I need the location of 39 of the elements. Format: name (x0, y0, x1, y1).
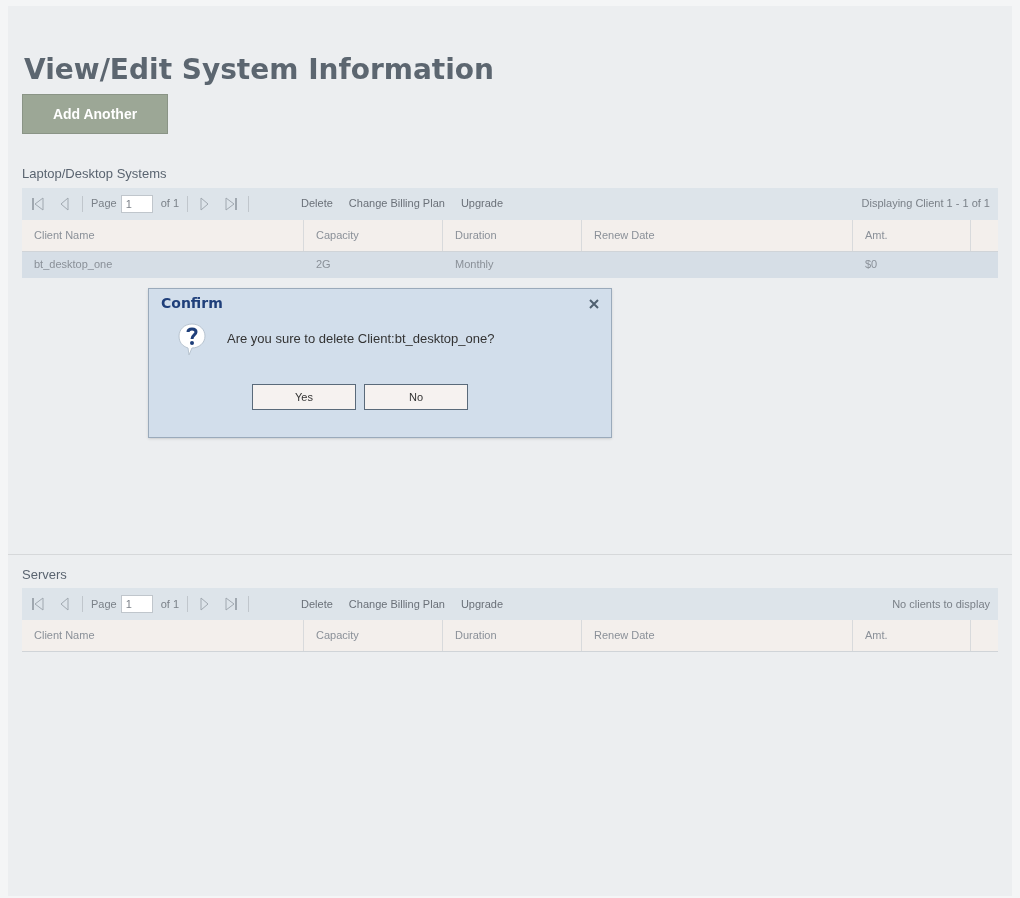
paging-status: Displaying Client 1 - 1 of 1 (861, 196, 990, 212)
toolbar-button[interactable]: Change Billing Plan (344, 595, 449, 613)
question-icon (177, 322, 207, 356)
section-title: Servers (21, 565, 68, 584)
close-icon[interactable] (589, 298, 599, 309)
section-title: Laptop/Desktop Systems (21, 165, 168, 183)
page-field[interactable]: 1 (120, 595, 153, 613)
dialog-button[interactable]: No (364, 384, 468, 410)
table-cell-text: Monthly (455, 257, 494, 273)
toolbar-button[interactable]: Upgrade (456, 195, 508, 212)
table-cell-text: bt_desktop_one (34, 257, 113, 273)
page-count: of 1 (160, 596, 180, 612)
table-cell-text: $0 (865, 257, 878, 273)
table-cell-text: 2G (316, 257, 331, 273)
column-header[interactable]: Renew Date (582, 219, 853, 251)
toolbar-button[interactable]: Upgrade (456, 595, 508, 613)
add-another-button[interactable]: Add Another (22, 94, 168, 134)
column-header[interactable]: Duration (443, 219, 582, 251)
page-title: View/Edit System Information (23, 52, 495, 88)
column-header[interactable]: Amt. (853, 620, 971, 651)
toolbar-button[interactable]: Delete (297, 595, 337, 613)
page-count: of 1 (160, 196, 180, 212)
page-field[interactable]: 1 (120, 194, 153, 213)
column-header[interactable]: Client Name (22, 219, 304, 251)
toolbar-button[interactable]: Delete (297, 195, 337, 212)
dialog-button[interactable]: Yes (252, 384, 356, 410)
column-header[interactable]: Renew Date (582, 620, 853, 651)
table-row[interactable]: bt_desktop_one 2G Monthly $0 (22, 251, 998, 278)
dialog-title: Confirm (160, 294, 223, 313)
column-header[interactable]: Client Name (22, 620, 304, 651)
page-label: Page (91, 196, 117, 212)
column-header[interactable]: Capacity (304, 219, 443, 251)
column-header[interactable]: Capacity (304, 620, 443, 651)
page-label: Page (91, 596, 117, 612)
column-header[interactable]: Duration (443, 620, 582, 651)
column-header[interactable]: Amt. (853, 219, 971, 251)
dialog-message: Are you sure to delete Client:bt_desktop_one? (227, 330, 495, 349)
toolbar-button[interactable]: Change Billing Plan (344, 195, 449, 212)
paging-status: No clients to display (892, 596, 990, 612)
